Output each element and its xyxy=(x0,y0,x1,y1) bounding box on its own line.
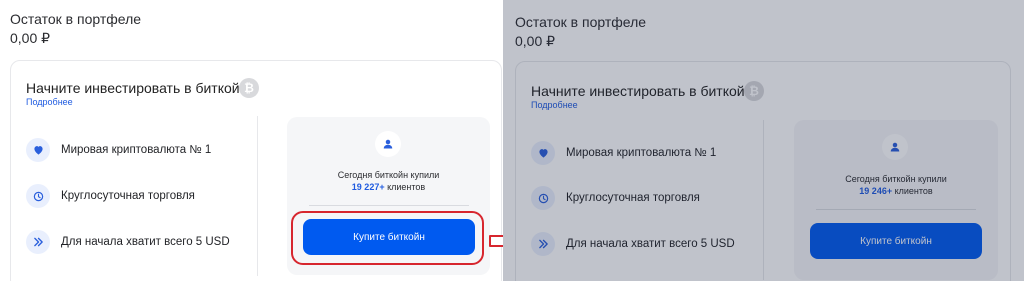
feature-item: Для начала хватит всего 5 USD xyxy=(531,232,735,256)
portfolio-label: Остаток в портфеле xyxy=(10,11,142,27)
feature-text: Мировая криптовалюта № 1 xyxy=(566,147,717,159)
more-link[interactable]: Подробнее xyxy=(26,97,73,107)
divider xyxy=(763,120,764,280)
left-panel: Остаток в портфеле 0,00 ₽ Начните инвест… xyxy=(0,0,503,281)
card-title: Начните инвестировать в биткойн xyxy=(26,80,248,96)
feature-item: Круглосуточная торговля xyxy=(26,184,195,208)
feature-text: Для начала хватит всего 5 USD xyxy=(566,238,735,250)
buy-bitcoin-button[interactable]: Купите биткойн xyxy=(810,223,982,259)
feature-item: Мировая криптовалюта № 1 xyxy=(531,141,716,165)
right-panel: Остаток в портфеле 0,00 ₽ Начните инвест… xyxy=(503,0,1024,281)
heart-icon xyxy=(531,141,555,165)
clock-icon xyxy=(531,186,555,210)
feature-text: Круглосуточная торговля xyxy=(61,190,195,202)
double-chevron-right-icon xyxy=(531,232,555,256)
feature-text: Для начала хватит всего 5 USD xyxy=(61,236,230,248)
portfolio-value: 0,00 ₽ xyxy=(10,30,51,46)
divider xyxy=(257,116,258,276)
heart-icon xyxy=(26,138,50,162)
more-link[interactable]: Подробнее xyxy=(531,100,578,110)
portfolio-label: Остаток в портфеле xyxy=(515,14,647,30)
buy-box-divider xyxy=(816,209,976,210)
bitcoin-icon: ₿ xyxy=(744,81,764,101)
feature-text: Мировая криптовалюта № 1 xyxy=(61,144,212,156)
feature-item: Для начала хватит всего 5 USD xyxy=(26,230,230,254)
buyers-count: 19 227+ клиентов xyxy=(351,182,426,192)
button-highlight-frame xyxy=(291,211,484,265)
feature-item: Круглосуточная торговля xyxy=(531,186,700,210)
card-title: Начните инвестировать в биткойн xyxy=(531,83,753,99)
buyers-count: 19 246+ клиентов xyxy=(859,186,933,196)
double-chevron-right-icon xyxy=(26,230,50,254)
buy-box-divider xyxy=(309,205,469,206)
bitcoin-promo-card: Начните инвестировать в биткойн ₿ Подроб… xyxy=(515,61,1011,281)
bitcoin-icon: ₿ xyxy=(239,78,259,98)
feature-text: Круглосуточная торговля xyxy=(566,192,700,204)
buy-caption: Сегодня биткойн купили xyxy=(845,174,947,184)
clock-icon xyxy=(26,184,50,208)
user-icon xyxy=(375,131,401,157)
feature-item: Мировая криптовалюта № 1 xyxy=(26,138,211,162)
user-icon xyxy=(882,134,908,160)
buy-caption: Сегодня биткойн купили xyxy=(337,170,440,180)
portfolio-value: 0,00 ₽ xyxy=(515,33,556,49)
buy-box: Сегодня биткойн купили 19 246+ клиентов … xyxy=(794,120,998,280)
